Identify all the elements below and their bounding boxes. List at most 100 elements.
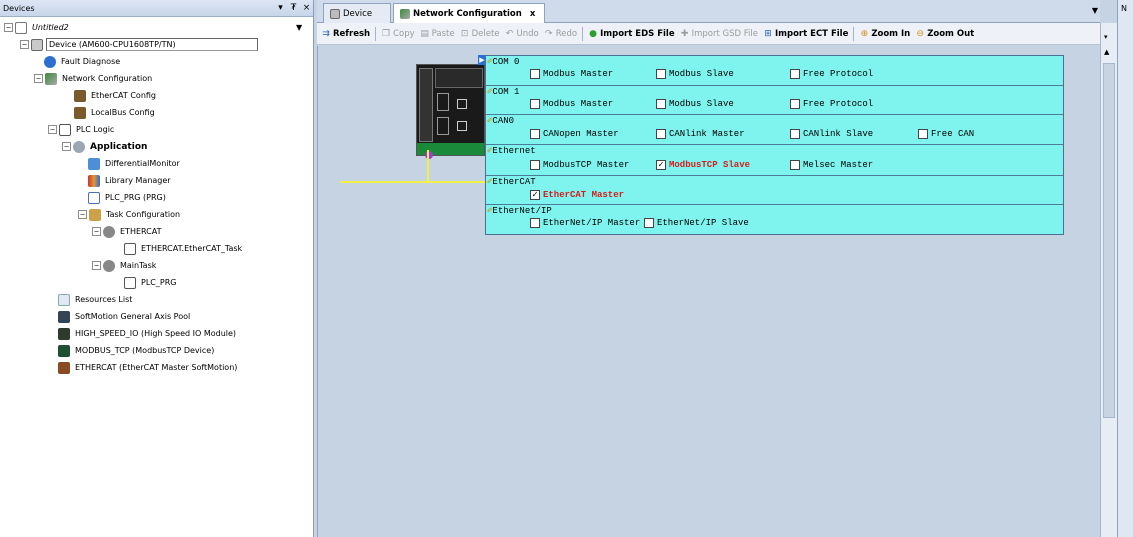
- dropdown-icon[interactable]: ▾: [274, 3, 287, 13]
- tree-scroll-dropdown-icon[interactable]: ▼: [296, 19, 302, 36]
- tree-item-modbus-tcp[interactable]: MODBUS_TCP (ModbusTCP Device): [58, 342, 216, 359]
- checkbox-modbustcp-slave[interactable]: ✓ ModbusTCP Slave: [656, 160, 750, 170]
- network-config-icon: [400, 9, 410, 19]
- checkbox-ethernetip-slave[interactable]: EtherNet/IP Slave: [644, 218, 749, 228]
- checkbox-melsec-master[interactable]: Melsec Master: [790, 160, 873, 170]
- editor-tab-bar: Device Network Configuration x ▼: [317, 0, 1100, 24]
- checkbox-com1-modbus-master[interactable]: Modbus Master: [530, 99, 613, 109]
- checkbox-free-can[interactable]: Free CAN: [918, 129, 974, 139]
- section-ethercat-label: ✐EtherCAT: [487, 177, 536, 187]
- tree-item-maintask[interactable]: − MainTask: [92, 257, 158, 274]
- tree-item-softmotion-axis-pool[interactable]: SoftMotion General Axis Pool: [58, 308, 192, 325]
- collapse-icon[interactable]: −: [34, 74, 43, 83]
- checkbox-canopen-master[interactable]: CANopen Master: [530, 129, 619, 139]
- tree-item-maintask-prg[interactable]: PLC_PRG: [124, 274, 178, 291]
- ethercat-wire-vertical: [427, 150, 429, 183]
- close-icon[interactable]: ×: [300, 3, 313, 13]
- search-icon: [44, 55, 56, 68]
- import-gsd-button[interactable]: ✚ Import GSD File: [680, 29, 758, 39]
- tree-item-localbus-config[interactable]: LocalBus Config: [74, 104, 157, 121]
- checkbox-com0-modbus-slave[interactable]: Modbus Slave: [656, 69, 734, 79]
- collapse-icon[interactable]: −: [62, 142, 71, 151]
- delete-button[interactable]: ⊡ Delete: [460, 29, 500, 39]
- plc-device-image[interactable]: [416, 64, 485, 159]
- tree-item-high-speed-io[interactable]: HIGH_SPEED_IO (High Speed IO Module): [58, 325, 238, 342]
- tree-item-differential-monitor[interactable]: DifferentialMonitor: [88, 155, 182, 172]
- tree-item-network-configuration[interactable]: − Network Configuration: [34, 70, 154, 87]
- refresh-button[interactable]: ⇉ Refresh: [321, 29, 370, 39]
- tree-item-ethercat-master[interactable]: ETHERCAT (EtherCAT Master SoftMotion): [58, 359, 239, 376]
- checkbox-modbustcp-master[interactable]: ModbusTCP Master: [530, 160, 629, 170]
- tree-item-plc-prg[interactable]: PLC_PRG (PRG): [88, 189, 168, 206]
- tree-item-ethercat-task-call[interactable]: ETHERCAT.EtherCAT_Task: [124, 240, 244, 257]
- tab-device[interactable]: Device: [323, 3, 391, 23]
- toolbar-overflow-icon[interactable]: ▾: [1104, 33, 1108, 41]
- axis-pool-icon: [58, 310, 70, 323]
- checkbox-com0-modbus-master[interactable]: Modbus Master: [530, 69, 613, 79]
- pin-icon[interactable]: ₮: [287, 3, 300, 13]
- network-canvas: ▶ ✐COM 0 Modbus Master Modbus Slave Free…: [317, 46, 1100, 537]
- checkbox-com1-modbus-slave[interactable]: Modbus Slave: [656, 99, 734, 109]
- section-can0-label: ✐CAN0: [487, 116, 515, 126]
- tree-item-fault-diagnose[interactable]: Fault Diagnose: [44, 53, 122, 70]
- devices-panel-title: Devices: [3, 3, 35, 13]
- zoom-in-icon: ⊕: [860, 28, 869, 39]
- zoom-out-button[interactable]: ⊖ Zoom Out: [915, 29, 974, 39]
- right-side-panel[interactable]: N: [1117, 0, 1133, 537]
- section-com0-label: ✐COM 0: [487, 57, 520, 67]
- modbus-device-icon: [58, 344, 70, 357]
- section-can0: ✐CAN0 CANopen Master CANlink Master CANl…: [486, 115, 1063, 145]
- checkbox-com0-free-protocol[interactable]: Free Protocol: [790, 69, 873, 79]
- undo-button[interactable]: ↶ Undo: [505, 29, 539, 39]
- checkbox-canlink-slave[interactable]: CANlink Slave: [790, 129, 873, 139]
- zoom-out-icon: ⊖: [916, 28, 924, 39]
- collapse-icon[interactable]: −: [92, 261, 101, 270]
- tab-network-configuration[interactable]: Network Configuration x: [393, 3, 545, 24]
- checkbox-ethernetip-master[interactable]: EtherNet/IP Master: [530, 218, 640, 228]
- section-com1-label: ✐COM 1: [487, 87, 520, 97]
- tree-item-project[interactable]: − Untitled2: [4, 19, 71, 36]
- ethercat-wire: [340, 181, 488, 183]
- localbus-config-icon: [74, 106, 86, 119]
- collapse-icon[interactable]: −: [78, 210, 87, 219]
- paste-button[interactable]: ▤ Paste: [420, 29, 454, 39]
- tree-item-ethercat-config[interactable]: EtherCAT Config: [74, 87, 158, 104]
- tabs-dropdown-icon[interactable]: ▼: [1092, 6, 1098, 15]
- right-panel-label: N: [1121, 4, 1127, 13]
- ethercat-device-icon: [58, 361, 70, 374]
- io-module-icon: [58, 327, 70, 340]
- redo-button[interactable]: ↷ Redo: [544, 29, 577, 39]
- section-ethernet: ✐Ethernet ModbusTCP Master ✓ ModbusTCP Sl…: [486, 145, 1063, 176]
- task-config-icon: [89, 208, 101, 221]
- gear-icon: [73, 140, 85, 153]
- tree-item-ethercat-task[interactable]: − ETHERCAT: [92, 223, 164, 240]
- checkbox-ethercat-master[interactable]: ✓ EtherCAT Master: [530, 190, 624, 200]
- scrollbar-thumb[interactable]: [1103, 63, 1115, 418]
- tree-item-device[interactable]: − Device (AM600-CPU1608TP/TN): [20, 36, 258, 53]
- tree-item-application[interactable]: − Application: [62, 138, 149, 155]
- scroll-up-icon[interactable]: ▲: [1104, 48, 1109, 56]
- import-eds-icon: ●: [589, 28, 598, 39]
- import-gsd-icon: ✚: [680, 28, 689, 39]
- tree-item-resources-list[interactable]: Resources List: [58, 291, 134, 308]
- collapse-icon[interactable]: −: [92, 227, 101, 236]
- zoom-in-button[interactable]: ⊕ Zoom In: [859, 28, 911, 39]
- collapse-icon[interactable]: −: [48, 125, 57, 134]
- tree-item-task-configuration[interactable]: − Task Configuration: [78, 206, 182, 223]
- import-ect-button[interactable]: ⊞ Import ECT File: [763, 29, 848, 39]
- tree-item-library-manager[interactable]: Library Manager: [88, 172, 173, 189]
- close-tab-icon[interactable]: x: [530, 9, 535, 19]
- tree-item-plc-logic[interactable]: − PLC Logic: [48, 121, 116, 138]
- checkbox-com1-free-protocol[interactable]: Free Protocol: [790, 99, 873, 109]
- device-tree: − Untitled2 ▼ − Device (AM600-CPU1608TP/…: [0, 17, 313, 537]
- program-call-icon: [124, 276, 136, 289]
- vertical-scrollbar[interactable]: ▾ ▲: [1100, 23, 1117, 537]
- collapse-icon[interactable]: −: [20, 40, 29, 49]
- device-icon: [330, 8, 340, 19]
- network-config-icon: [45, 72, 57, 85]
- copy-button[interactable]: ❐ Copy: [381, 29, 415, 39]
- collapse-icon[interactable]: −: [4, 23, 13, 32]
- import-eds-button[interactable]: ● Import EDS File: [588, 28, 674, 39]
- checkbox-canlink-master[interactable]: CANlink Master: [656, 129, 745, 139]
- task-icon: [103, 225, 115, 238]
